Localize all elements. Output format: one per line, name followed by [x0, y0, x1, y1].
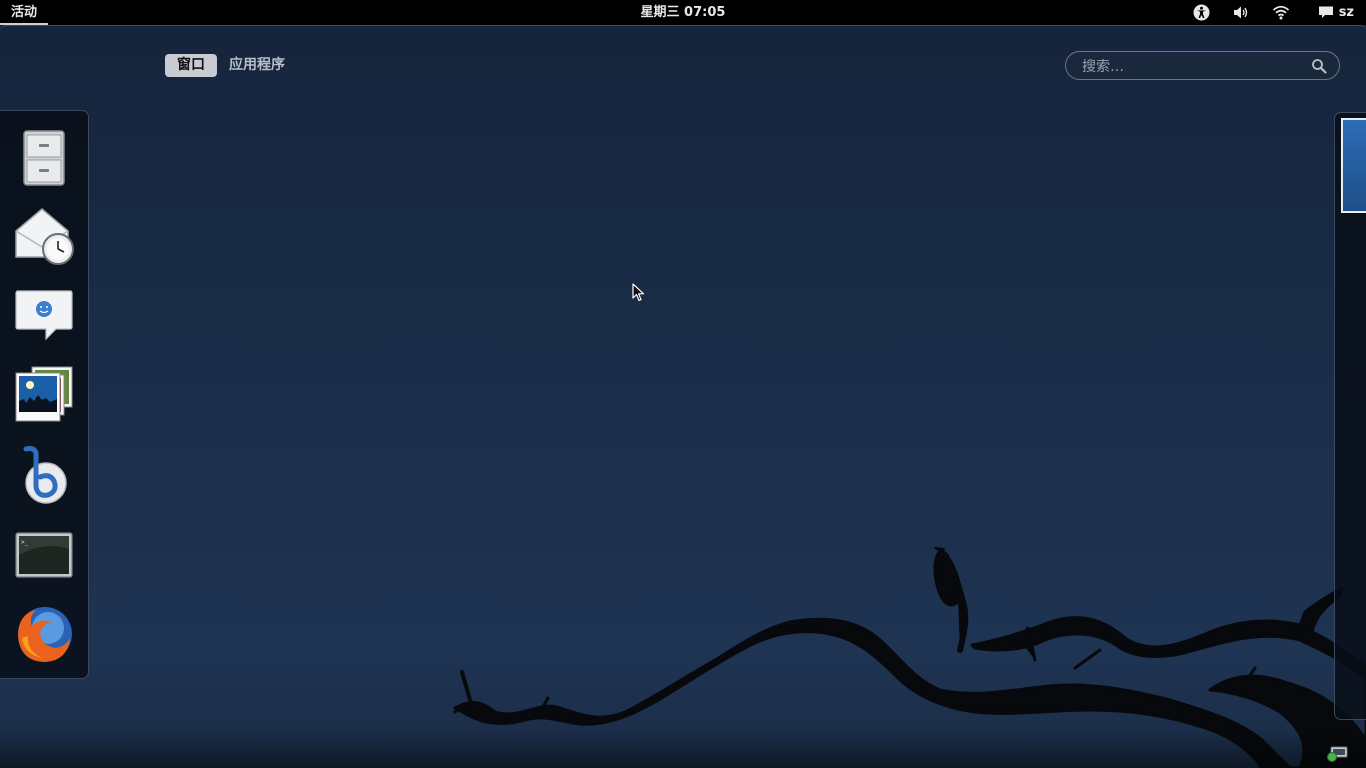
chat-icon[interactable] — [1318, 4, 1334, 21]
top-panel: 活动 星期三 07:05 sz — [0, 0, 1366, 25]
network-tray-icon[interactable] — [1326, 744, 1350, 762]
tab-windows[interactable]: 窗口 — [165, 54, 217, 77]
desktop-screen: 活动 星期三 07:05 sz 窗口 应用程序 搜索… >_ — [0, 0, 1366, 768]
dash: >_ — [0, 110, 89, 679]
firefox-icon[interactable] — [12, 602, 76, 666]
overview-frame — [0, 25, 1366, 768]
search-input[interactable] — [1080, 56, 1304, 78]
workspace-thumbnail-1[interactable] — [1341, 118, 1366, 213]
file-cabinet-icon[interactable] — [12, 125, 76, 189]
mail-clock-icon[interactable] — [12, 203, 76, 267]
terminal-icon[interactable]: >_ — [12, 523, 76, 587]
chat-bubble-icon[interactable] — [12, 283, 76, 347]
workspace-thumbnails — [1334, 112, 1366, 720]
mouse-cursor-icon — [632, 283, 645, 302]
search-box[interactable] — [1065, 51, 1340, 80]
volume-icon[interactable] — [1232, 4, 1250, 21]
clock-button[interactable]: 星期三 07:05 — [0, 0, 1366, 25]
user-menu-button[interactable]: sz — [1339, 0, 1354, 25]
wifi-icon[interactable] — [1272, 4, 1290, 21]
svg-text:>_: >_ — [21, 539, 29, 546]
tab-applications[interactable]: 应用程序 — [229, 54, 285, 77]
music-player-icon[interactable] — [12, 443, 76, 507]
view-selector: 窗口 应用程序 — [165, 54, 285, 77]
photo-viewer-icon[interactable] — [12, 363, 76, 427]
search-icon — [1312, 59, 1327, 74]
accessibility-icon[interactable] — [1193, 4, 1210, 21]
